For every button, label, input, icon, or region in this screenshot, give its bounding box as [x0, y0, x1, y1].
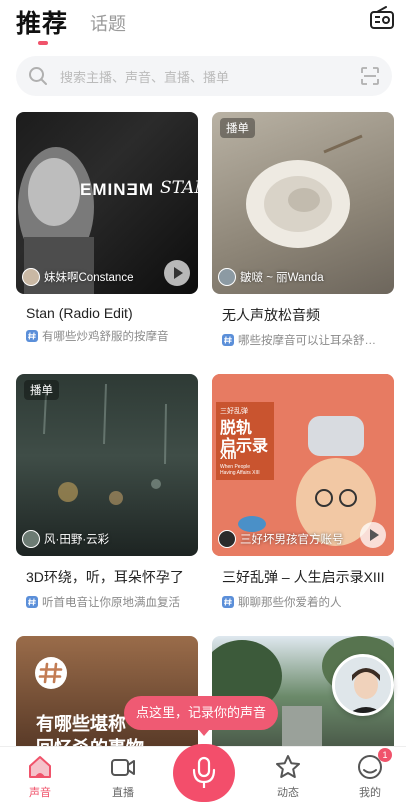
- card-author[interactable]: 三好坏男孩官方账号: [218, 530, 344, 548]
- nav-label: 我的: [359, 787, 381, 799]
- nav-item-live[interactable]: 直播: [93, 753, 153, 800]
- hashtag-icon: [222, 596, 234, 608]
- cover-text-1: 有哪些堪称: [36, 714, 126, 734]
- card-cover[interactable]: 三好乱弹 脱轨 启示录 XIII When People Having Affa…: [212, 374, 394, 556]
- hashtag-icon: [26, 330, 38, 342]
- card-author[interactable]: 皺啵 ~ 丽Wanda: [218, 268, 324, 286]
- content-card[interactable]: 播单 皺啵 ~ 丽Wanda 无人声放松音频 哪些按摩音可以让耳朵舒适...: [212, 112, 394, 348]
- card-topic[interactable]: 有哪些炒鸡舒服的按摩音: [16, 328, 198, 344]
- card-title: 无人声放松音频: [222, 307, 320, 323]
- notification-badge: 1: [378, 748, 392, 762]
- topic-text: 听首电音让你原地满血复活: [42, 597, 180, 609]
- hashtag-icon: [35, 657, 67, 689]
- hashtag-icon: [222, 334, 234, 346]
- mic-icon: [192, 756, 216, 788]
- playlist-tag: 播单: [220, 118, 255, 138]
- nav-item-mine[interactable]: 我的: [340, 753, 400, 800]
- avatar: [22, 268, 40, 286]
- card-title: Stan (Radio Edit): [26, 305, 133, 321]
- asmr-cover-art: [246, 134, 363, 248]
- card-cover[interactable]: 播单 皺啵 ~ 丽Wanda: [212, 112, 394, 294]
- content-card[interactable]: 播单 风·田野·云彩 3D环绕，听，耳朵怀孕了 听首电音让你原地满血复活: [16, 374, 198, 610]
- cover-text-2: STAN: [160, 178, 198, 198]
- live-streamer-avatar[interactable]: [332, 654, 394, 716]
- card-author[interactable]: 风·田野·云彩: [22, 530, 109, 548]
- search-icon: [29, 67, 47, 85]
- record-tooltip[interactable]: 点这里，记录你的声音: [124, 696, 279, 730]
- card-cover[interactable]: 播单 风·田野·云彩: [16, 374, 198, 556]
- author-name: 风·田野·云彩: [44, 534, 110, 546]
- play-icon[interactable]: [164, 260, 190, 286]
- radio-icon[interactable]: [369, 5, 395, 31]
- nav-item-feed[interactable]: 动态: [258, 753, 318, 800]
- avatar: [218, 268, 236, 286]
- card-cover[interactable]: EMINƎM STAN 妹妹啊Constance: [16, 112, 198, 294]
- nav-label: 动态: [277, 787, 299, 799]
- scan-icon[interactable]: [360, 66, 380, 86]
- tab-active-indicator: [38, 41, 48, 45]
- search-input[interactable]: 搜索主播、声音、直播、播单: [60, 67, 229, 86]
- search-bar[interactable]: 搜索主播、声音、直播、播单: [16, 56, 392, 96]
- content-card[interactable]: 三好乱弹 脱轨 启示录 XIII When People Having Affa…: [212, 374, 394, 610]
- card-title: 3D环绕，听，耳朵怀孕了: [26, 569, 184, 585]
- record-mic-button[interactable]: [173, 744, 235, 802]
- star-icon: [276, 755, 300, 778]
- author-name: 妹妹啊Constance: [44, 272, 134, 284]
- avatar: [218, 530, 236, 548]
- topic-text: 聊聊那些你爱着的人: [238, 597, 342, 609]
- nav-item-sound[interactable]: 声音: [10, 753, 70, 800]
- author-name: 皺啵 ~ 丽Wanda: [240, 272, 324, 284]
- playlist-tag: 播单: [24, 380, 59, 400]
- card-title: 三好乱弹 – 人生启示录XIII: [222, 569, 385, 585]
- play-icon[interactable]: [360, 522, 386, 548]
- live-camera-icon: [111, 759, 135, 776]
- tab-topic[interactable]: 话题: [90, 10, 126, 36]
- tab-recommend[interactable]: 推荐: [16, 4, 68, 40]
- record-tooltip-arrow: [198, 729, 210, 736]
- header: 推荐 话题: [0, 0, 406, 52]
- card-author[interactable]: 妹妹啊Constance: [22, 268, 133, 286]
- card-topic[interactable]: 哪些按摩音可以让耳朵舒适...: [212, 332, 394, 348]
- nav-label: 声音: [29, 787, 51, 799]
- topic-text: 有哪些炒鸡舒服的按摩音: [42, 331, 169, 343]
- content-card[interactable]: EMINƎM STAN 妹妹啊Constance Stan (Radio Edi…: [16, 112, 198, 344]
- nav-label: 直播: [112, 787, 134, 799]
- avatar: [22, 530, 40, 548]
- cover-text-2: 回忆杀的事物: [36, 734, 144, 746]
- cover-title-3: XIII: [220, 450, 237, 462]
- cover-sub-2: Having Affairs XIII: [220, 470, 260, 476]
- topic-text: 哪些按摩音可以让耳朵舒适...: [238, 335, 384, 347]
- rain-window-cover-art: [43, 383, 167, 505]
- card-topic[interactable]: 听首电音让你原地满血复活: [16, 594, 198, 610]
- author-name: 三好坏男孩官方账号: [240, 534, 344, 546]
- card-topic[interactable]: 聊聊那些你爱着的人: [212, 594, 394, 610]
- home-sound-icon: [29, 756, 51, 778]
- hashtag-icon: [26, 596, 38, 608]
- cover-text-1: EMINƎM: [80, 180, 154, 199]
